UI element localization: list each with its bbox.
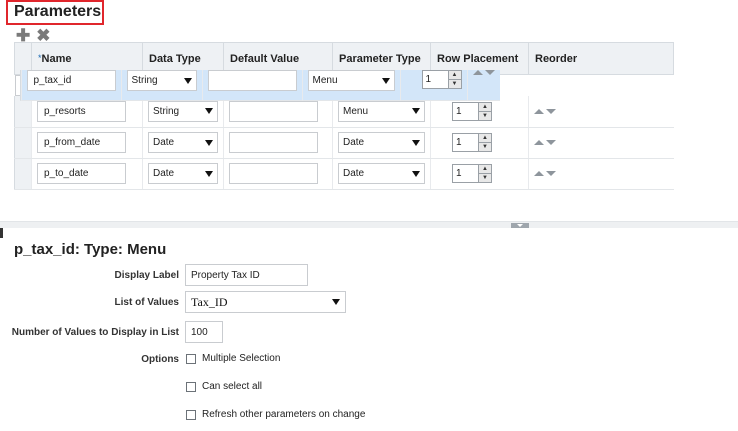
dropdown-arrow-icon — [205, 139, 213, 146]
name-input[interactable]: p_tax_id — [26, 70, 116, 91]
collapse-handle-icon[interactable] — [511, 223, 529, 228]
name-input[interactable]: p_resorts — [37, 100, 126, 122]
can-select-all-label: Can select all — [202, 381, 263, 392]
multiple-selection-label: Multiple Selection — [202, 353, 281, 364]
move-down-icon[interactable] — [546, 108, 556, 114]
spin-up-icon[interactable]: ▲ — [479, 165, 491, 173]
reorder-controls[interactable] — [534, 171, 669, 176]
table-row[interactable]: p_to_date Date Date 1 ▲ ▼ — [14, 158, 674, 190]
parameter-type-select[interactable]: Menu — [338, 100, 425, 122]
move-up-icon[interactable] — [534, 108, 544, 114]
table-row[interactable]: p_from_date Date Date 1 ▲ ▼ — [14, 127, 674, 159]
column-header-reorder[interactable]: Reorder — [528, 42, 674, 75]
move-up-icon[interactable] — [472, 70, 483, 75]
data-type-select[interactable]: Date — [148, 163, 218, 184]
side-collapse-marker[interactable] — [0, 228, 3, 238]
data-type-select[interactable]: String — [126, 70, 197, 91]
num-values-input[interactable]: 100 — [185, 321, 223, 343]
default-value-input[interactable] — [229, 100, 318, 122]
dropdown-arrow-icon — [205, 170, 213, 177]
spin-down-icon[interactable]: ▼ — [448, 79, 461, 88]
parameters-section-title: Parameters — [6, 0, 104, 25]
name-input[interactable]: p_to_date — [37, 163, 126, 184]
parameter-type-select[interactable]: Date — [338, 163, 425, 184]
row-header[interactable] — [14, 158, 32, 190]
dropdown-arrow-icon — [412, 139, 420, 146]
move-down-icon[interactable] — [484, 70, 495, 75]
spin-down-icon[interactable]: ▼ — [479, 142, 491, 151]
spin-up-icon[interactable]: ▲ — [449, 71, 461, 79]
table-row[interactable]: p_tax_id String Menu 1 ▲ ▼ — [14, 70, 500, 101]
parameters-title-text: Parameters — [14, 3, 102, 20]
list-of-values-label: List of Values — [114, 297, 179, 308]
parameter-type-select[interactable]: Date — [338, 132, 425, 153]
reorder-controls[interactable] — [534, 108, 669, 114]
multiple-selection-checkbox[interactable]: Multiple Selection — [186, 353, 280, 364]
data-type-select[interactable]: Date — [148, 132, 218, 153]
display-label-input[interactable]: Property Tax ID — [185, 264, 308, 286]
data-type-select[interactable]: String — [148, 100, 218, 122]
spin-down-icon[interactable]: ▼ — [479, 110, 491, 120]
reorder-controls[interactable] — [472, 70, 495, 75]
default-value-input[interactable] — [229, 132, 318, 153]
dropdown-arrow-icon — [412, 108, 420, 115]
name-input[interactable]: p_from_date — [37, 132, 126, 153]
row-placement-spinner[interactable]: 1 ▲ ▼ — [421, 70, 462, 89]
detail-title: p_tax_id: Type: Menu — [14, 241, 167, 258]
move-down-icon[interactable] — [546, 171, 556, 176]
default-value-input[interactable] — [229, 163, 318, 184]
list-of-values-text: Tax_ID — [191, 294, 228, 309]
default-value-input[interactable] — [207, 70, 297, 91]
spin-down-icon[interactable]: ▼ — [479, 173, 491, 182]
move-down-icon[interactable] — [546, 140, 556, 145]
refresh-parameters-label: Refresh other parameters on change — [202, 409, 366, 420]
move-up-icon[interactable] — [534, 171, 544, 176]
row-placement-spinner[interactable]: 1 ▲ ▼ — [452, 133, 492, 152]
list-of-values-select[interactable]: Tax_ID — [185, 291, 346, 313]
move-up-icon[interactable] — [534, 140, 544, 145]
checkbox-icon[interactable] — [186, 409, 196, 420]
can-select-all-checkbox[interactable]: Can select all — [186, 381, 262, 392]
dropdown-arrow-icon — [412, 170, 420, 177]
parameters-table: *Name Data Type Default Value Parameter … — [14, 42, 674, 190]
panel-splitter[interactable] — [0, 221, 738, 228]
dropdown-arrow-icon — [205, 108, 213, 115]
dropdown-arrow-icon — [332, 299, 340, 305]
refresh-parameters-checkbox[interactable]: Refresh other parameters on change — [186, 409, 365, 420]
row-placement-spinner[interactable]: 1 ▲ ▼ — [452, 101, 492, 121]
num-values-label: Number of Values to Display in List — [11, 327, 179, 338]
row-placement-spinner[interactable]: 1 ▲ ▼ — [452, 164, 492, 183]
reorder-controls[interactable] — [534, 140, 669, 145]
spin-up-icon[interactable]: ▲ — [479, 103, 491, 111]
checkbox-icon[interactable] — [186, 353, 196, 364]
row-header[interactable] — [14, 127, 32, 159]
display-label-label: Display Label — [114, 270, 179, 281]
dropdown-arrow-icon — [183, 77, 192, 84]
checkbox-icon[interactable] — [186, 381, 196, 392]
options-label: Options — [141, 354, 179, 365]
dropdown-arrow-icon — [381, 77, 390, 84]
parameter-type-select[interactable]: Menu — [307, 70, 395, 91]
spin-up-icon[interactable]: ▲ — [479, 134, 491, 142]
